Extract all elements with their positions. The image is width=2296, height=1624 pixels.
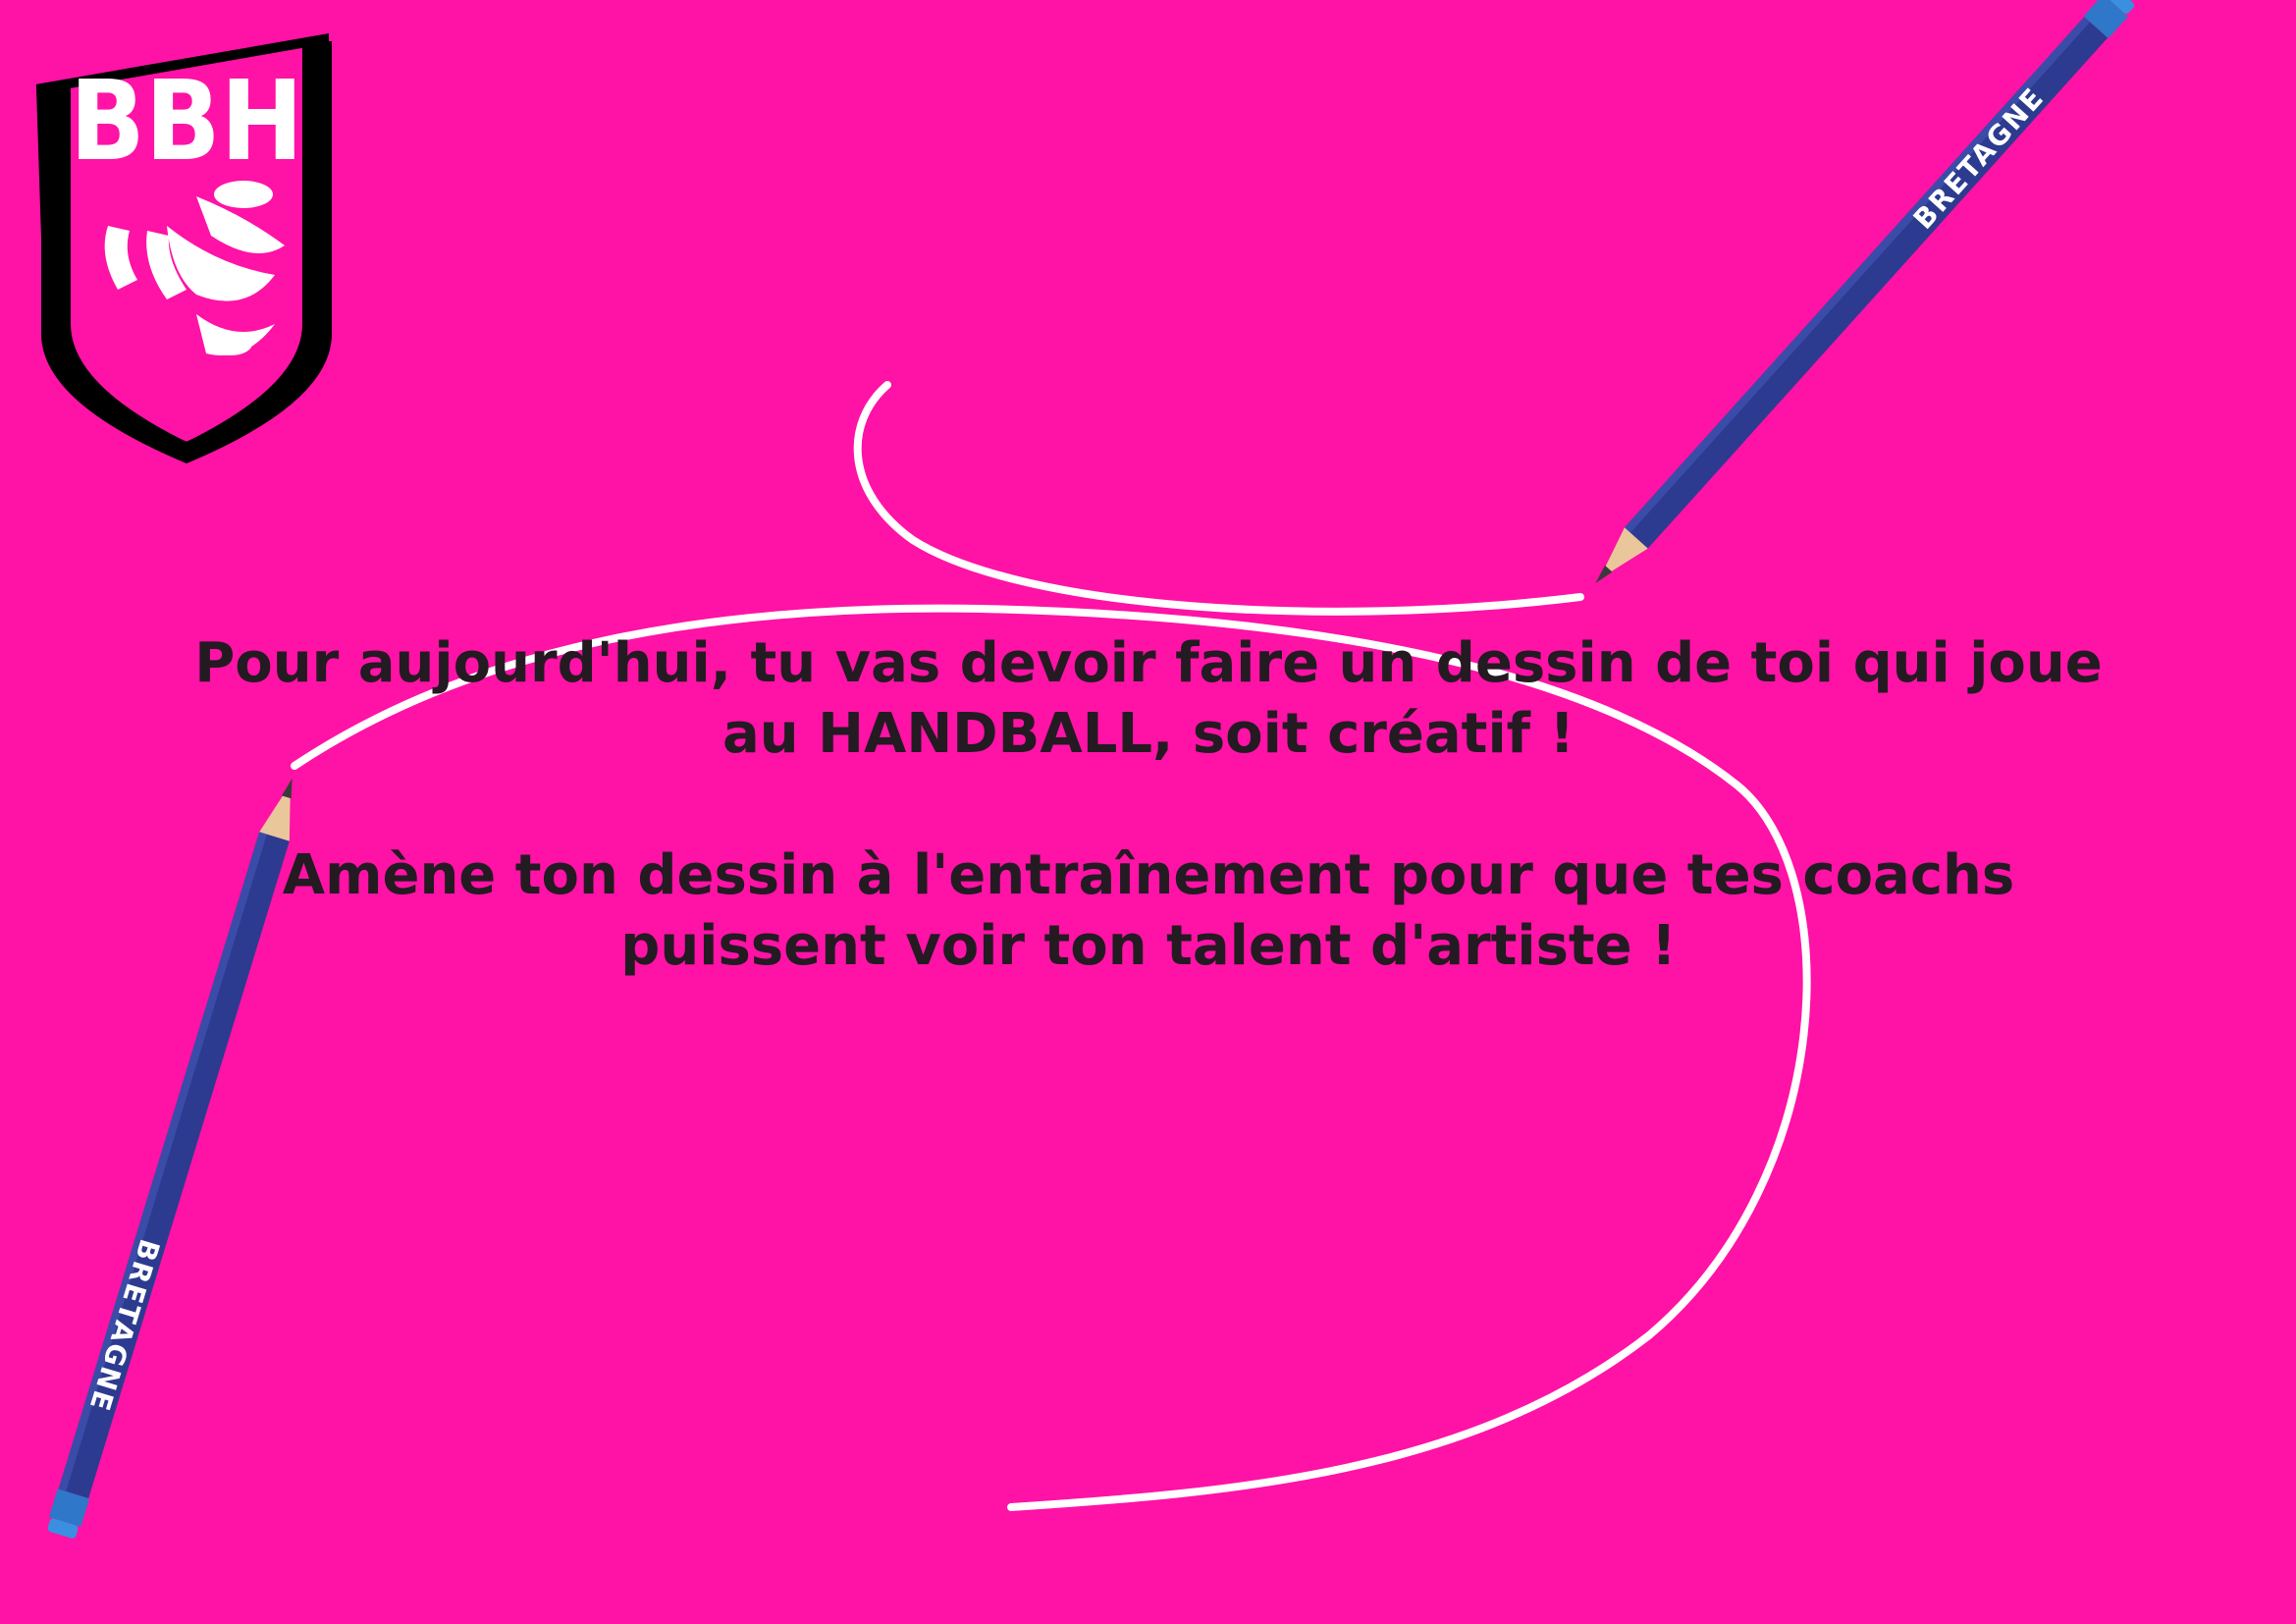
drawn-line-top <box>853 381 1584 616</box>
message-line-2: au HANDBALL, soit créatif ! <box>721 702 1575 766</box>
handball-icon <box>104 181 285 355</box>
instruction-message: Pour aujourd'hui, tu vas devoir faire un… <box>167 628 2130 982</box>
pencil-right-brand: BRETAGNE <box>1907 81 2051 235</box>
logo-text: BBH <box>70 58 303 186</box>
pencil-right: BRETAGNE <box>1595 0 2135 584</box>
message-line-1: Pour aujourd'hui, tu vas devoir faire un… <box>194 631 2103 695</box>
message-line-3: Amène ton dessin à l'entraînement pour q… <box>282 843 2015 907</box>
message-line-4: puissent voir ton talent d'artiste ! <box>620 914 1677 978</box>
message-gap <box>167 770 2130 840</box>
bbh-logo: BBH <box>35 33 332 463</box>
page: { "logo": { "text": "BBH" }, "message": … <box>0 0 2296 1624</box>
pencil-left-brand: BRETAGNE <box>82 1235 166 1416</box>
